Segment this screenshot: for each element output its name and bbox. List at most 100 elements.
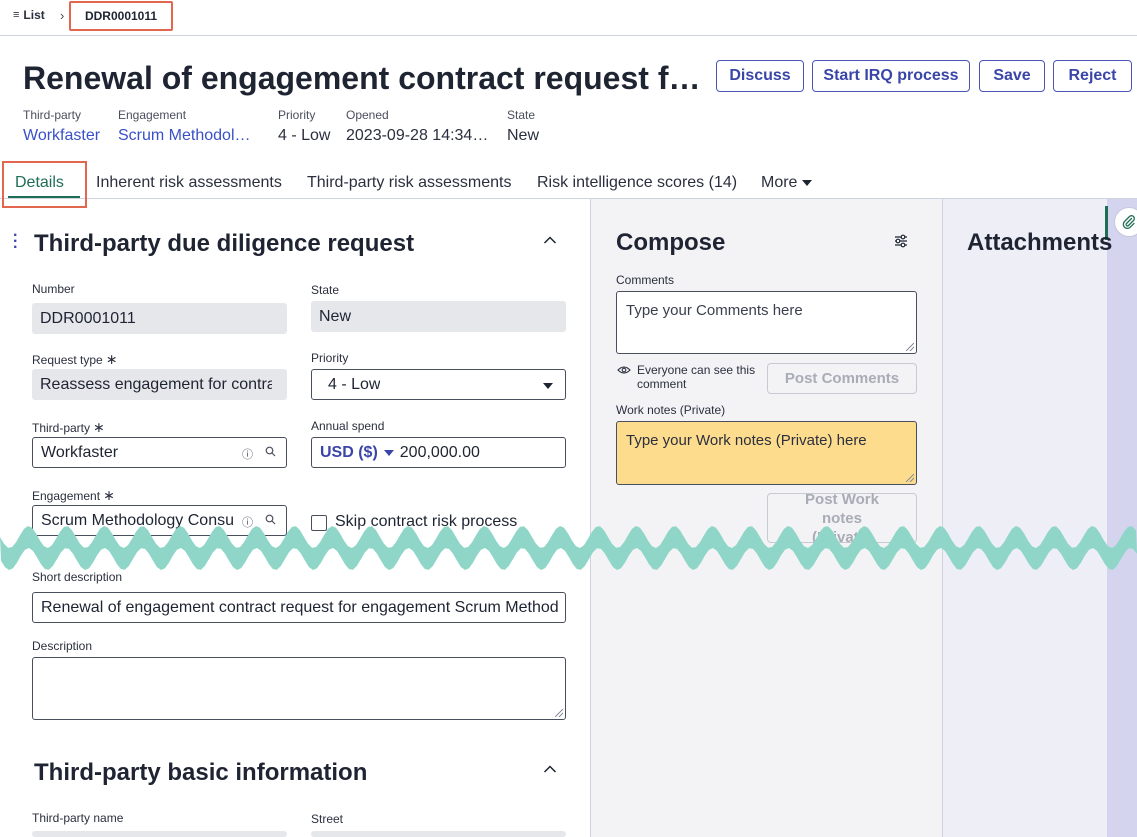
number-label: Number [32, 282, 75, 296]
annual-spend-value: 200,000.00 [399, 443, 480, 461]
third-party-link[interactable]: Workfaster [23, 127, 108, 145]
chevron-up-icon[interactable] [543, 763, 557, 777]
request-type-value: Reassess engagement for contract renewal [40, 375, 272, 393]
meta-label: Engagement [118, 108, 187, 122]
tab-details[interactable]: Details [15, 174, 64, 192]
tab-inherent-risk-assessments[interactable]: Inherent risk assessments [96, 174, 282, 192]
meta-label: Third-party [23, 108, 82, 122]
state-field: New [311, 301, 566, 332]
meta-value: 2023-09-28 14:34:00 [346, 127, 491, 144]
breadcrumb-current[interactable]: DDR0001011 [69, 1, 173, 31]
priority-selected: 4 - Low [328, 375, 381, 393]
meta-label: Opened [346, 108, 389, 122]
number-field: DDR0001011 [32, 303, 287, 334]
section-title-basic-info: Third-party basic information [34, 759, 368, 786]
resize-handle[interactable] [555, 709, 563, 717]
meta-engagement: Engagement Scrum Methodology Consulting [118, 108, 258, 145]
list-icon: ≡ [13, 9, 20, 21]
post-comments-button[interactable]: Post Comments [767, 363, 917, 394]
short-description-value: Renewal of engagement contract request f… [41, 598, 559, 616]
tab-more[interactable]: More [761, 174, 813, 192]
visibility-note: Everyone can see this comment [617, 363, 757, 391]
priority-select[interactable]: 4 - Low [311, 369, 566, 400]
third-party-value: Workfaster [41, 443, 119, 461]
save-button[interactable]: Save [979, 60, 1045, 92]
start-irq-process-button[interactable]: Start IRQ process [812, 60, 970, 92]
third-party-field[interactable]: Workfaster ⓘ [32, 437, 287, 468]
work-notes-placeholder: Type your Work notes (Private) here [626, 432, 867, 449]
meta-priority: Priority 4 - Low [278, 108, 338, 145]
info-icon[interactable]: ⓘ [242, 446, 253, 462]
tab-bar: Details Inherent risk assessments Third-… [0, 161, 1137, 208]
engagement-label-text: Engagement [32, 489, 101, 503]
description-input[interactable] [32, 657, 566, 720]
short-description-label: Short description [32, 570, 123, 584]
field-icons: ⓘ [242, 446, 276, 462]
third-party-name-label: Third-party name [32, 811, 124, 825]
state-label: State [311, 283, 340, 297]
caret-down-icon [543, 383, 553, 389]
street-field [311, 831, 566, 837]
priority-label: Priority [311, 351, 349, 365]
section-title-due-diligence: Third-party due diligence request [34, 230, 415, 257]
settings-sliders-icon[interactable] [893, 233, 909, 249]
request-type-label-text: Request type [32, 353, 103, 367]
required-icon: ∗ [105, 351, 118, 367]
street-label: Street [311, 812, 344, 826]
active-tab-indicator [8, 196, 80, 198]
work-notes-input[interactable]: Type your Work notes (Private) here [616, 421, 917, 485]
description-value [33, 658, 51, 676]
search-icon[interactable] [265, 446, 276, 462]
currency-value: USD ($) [320, 443, 378, 461]
annual-spend-label: Annual spend [311, 419, 385, 433]
meta-value: New [507, 127, 540, 144]
number-value: DDR0001011 [40, 309, 136, 327]
breadcrumb-list-link[interactable]: ≡ List [13, 8, 45, 22]
engagement-link[interactable]: Scrum Methodology Consulting [118, 127, 258, 145]
breadcrumb-bar: ≡ List › DDR0001011 [0, 0, 1137, 36]
caret-down-icon [383, 449, 394, 456]
short-description-input[interactable]: Renewal of engagement contract request f… [32, 592, 566, 623]
resize-handle[interactable] [906, 343, 914, 351]
work-notes-label: Work notes (Private) [616, 403, 726, 417]
meta-label: Priority [278, 108, 316, 122]
breadcrumb-list-label: List [23, 8, 45, 22]
currency-select[interactable]: USD ($) [320, 444, 394, 462]
paperclip-icon[interactable] [1114, 207, 1137, 237]
eye-icon [617, 366, 631, 374]
reject-button[interactable]: Reject [1053, 60, 1132, 92]
chevron-up-icon[interactable] [543, 234, 557, 248]
meta-opened: Opened 2023-09-28 14:34:00 [346, 108, 491, 145]
description-label: Description [32, 639, 93, 653]
third-party-label-text: Third-party [32, 421, 91, 435]
section-menu-icon[interactable]: · · · [13, 228, 18, 256]
caret-down-icon [802, 180, 813, 186]
comments-placeholder: Type your Comments here [626, 302, 803, 319]
tab-risk-intelligence-scores[interactable]: Risk intelligence scores (14) [537, 174, 737, 192]
state-value: New [319, 307, 352, 325]
chevron-right-icon: › [60, 8, 65, 23]
third-party-name-field [32, 831, 287, 837]
meta-label: State [507, 108, 536, 122]
wave-shape [0, 526, 1137, 570]
compose-title: Compose [616, 229, 726, 256]
engagement-label: Engagement ∗ [32, 487, 115, 504]
annual-spend-field[interactable]: USD ($) 200,000.00 [311, 437, 566, 468]
comments-input[interactable]: Type your Comments here [616, 291, 917, 354]
screenshot-break-wave [0, 526, 1137, 570]
tab-third-party-risk-assessments[interactable]: Third-party risk assessments [307, 174, 512, 192]
discuss-button[interactable]: Discuss [716, 60, 804, 92]
resize-handle[interactable] [906, 474, 914, 482]
required-icon: ∗ [93, 419, 105, 435]
page-title: Renewal of engagement contract request f… [23, 60, 703, 96]
meta-third-party: Third-party Workfaster [23, 108, 108, 145]
request-type-field: Reassess engagement for contract renewal [32, 369, 287, 400]
attachments-title: Attachments [967, 229, 1113, 256]
required-icon: ∗ [103, 487, 115, 503]
request-type-label: Request type ∗ [32, 351, 117, 368]
comments-label: Comments [616, 273, 675, 287]
third-party-label: Third-party ∗ [32, 419, 105, 436]
meta-value: 4 - Low [278, 127, 331, 144]
meta-state: State New [507, 108, 567, 145]
tab-more-label: More [761, 174, 798, 191]
